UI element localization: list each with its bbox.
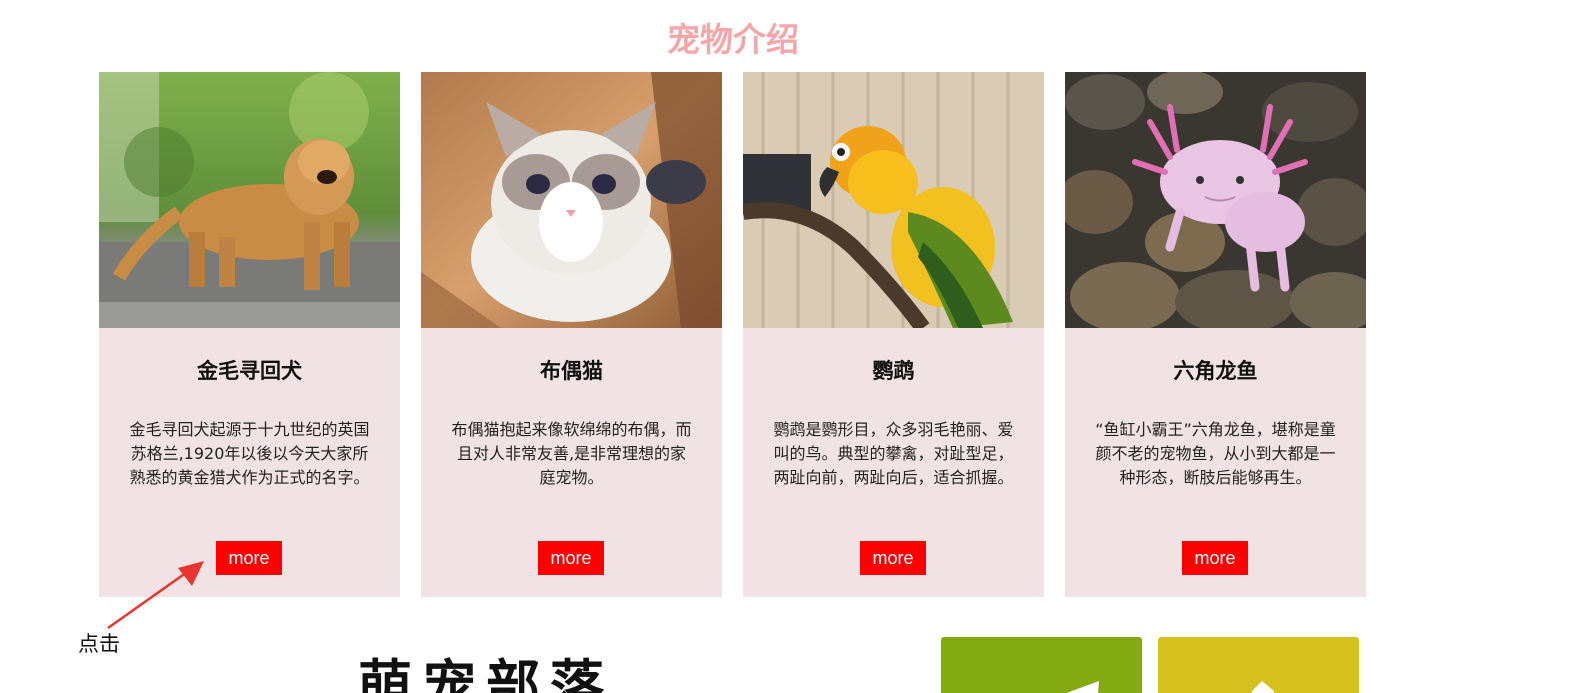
tile-icon [1252, 681, 1274, 693]
pet-name: 布偶猫 [540, 359, 603, 383]
pet-description: 布偶猫抱起来像软绵绵的布偶，而且对人非常友善,是非常理想的家庭宠物。 [451, 420, 692, 487]
pet-card-ragdoll-cat: 布偶猫 布偶猫抱起来像软绵绵的布偶，而且对人非常友善,是非常理想的家庭宠物。 m… [421, 72, 722, 597]
tribe-title: 萌宠部落 [358, 654, 614, 693]
pet-card-axolotl: 六角龙鱼 “鱼缸小霸王”六角龙鱼，堪称是童颜不老的宠物鱼，从小到大都是一种形态，… [1065, 72, 1366, 597]
ragdoll-cat-photo [421, 72, 722, 328]
pet-description: 金毛寻回犬起源于十九世纪的英国苏格兰,1920年以後以今天大家所熟悉的黄金猎犬作… [129, 420, 370, 487]
pet-name: 鹦鹉 [872, 359, 915, 383]
more-button[interactable]: more [216, 541, 282, 575]
pet-name: 六角龙鱼 [1173, 359, 1258, 383]
pet-description: “鱼缸小霸王”六角龙鱼，堪称是童颜不老的宠物鱼，从小到大都是一种形态，断肢后能够… [1095, 420, 1336, 487]
feature-tile-yellow[interactable] [1158, 637, 1359, 693]
more-button[interactable]: more [1182, 541, 1248, 575]
tile-icon [1066, 681, 1099, 693]
annotation-arrow-icon [107, 561, 204, 630]
golden-retriever-photo [99, 72, 400, 328]
annotation-label: 点击 [78, 632, 120, 656]
pet-card-golden-retriever: 金毛寻回犬 金毛寻回犬起源于十九世纪的英国苏格兰,1920年以後以今天大家所熟悉… [99, 72, 400, 597]
axolotl-photo [1065, 72, 1366, 328]
pet-card-parrot: 鹦鹉 鹦鹉是鹦形目，众多羽毛艳丽、爱叫的鸟。典型的攀禽，对趾型足，两趾向前，两趾… [743, 72, 1044, 597]
parrot-photo [743, 72, 1044, 328]
more-button[interactable]: more [538, 541, 604, 575]
section-title: 宠物介绍 [667, 20, 799, 59]
pet-name: 金毛寻回犬 [197, 359, 302, 383]
feature-tile-green[interactable] [941, 637, 1142, 693]
pet-description: 鹦鹉是鹦形目，众多羽毛艳丽、爱叫的鸟。典型的攀禽，对趾型足，两趾向前，两趾向后，… [773, 420, 1014, 487]
more-button[interactable]: more [860, 541, 926, 575]
page: 宠物介绍 金毛寻回犬 金毛寻回犬起源于十九世纪的英国苏格兰,1920年以後以今天… [0, 0, 1578, 693]
